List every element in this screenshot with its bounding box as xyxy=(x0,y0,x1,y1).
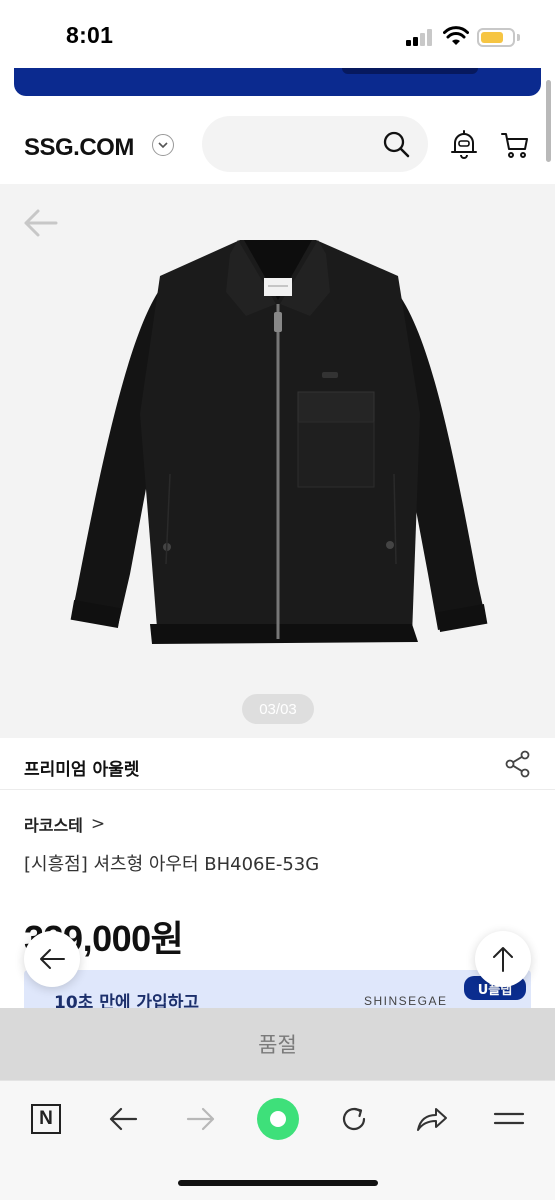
naver-home-icon[interactable]: N xyxy=(24,1097,68,1141)
search-input[interactable] xyxy=(202,116,428,172)
battery-level xyxy=(481,32,503,43)
share-icon[interactable] xyxy=(504,750,532,778)
soldout-button[interactable]: 품절 xyxy=(0,1008,555,1080)
chevron-down-icon[interactable] xyxy=(152,134,174,156)
search-icon[interactable] xyxy=(382,130,410,158)
battery-icon xyxy=(477,28,515,47)
green-dot-icon[interactable] xyxy=(256,1097,300,1141)
cellular-signal-icon xyxy=(406,28,434,46)
arrow-up-icon xyxy=(493,947,513,972)
category-label[interactable]: 프리미엄 아울렛 xyxy=(24,755,139,780)
category-bar: 프리미엄 아울렛 xyxy=(0,738,555,790)
refresh-icon[interactable] xyxy=(332,1097,376,1141)
top-banner[interactable] xyxy=(14,68,541,96)
bell-icon[interactable] xyxy=(450,130,478,160)
site-header: SSG.COM xyxy=(0,108,545,184)
battery-tip xyxy=(517,34,520,41)
wifi-icon xyxy=(443,26,469,45)
share-icon[interactable] xyxy=(410,1097,454,1141)
scroll-top-button[interactable] xyxy=(475,931,531,987)
scroll-indicator xyxy=(546,80,551,162)
home-indicator xyxy=(178,1180,378,1186)
arrow-left-icon[interactable] xyxy=(22,206,58,240)
product-photo-jacket xyxy=(70,240,488,644)
product-image-carousel[interactable]: 03/03 xyxy=(0,184,555,738)
naver-home-label: N xyxy=(31,1104,61,1134)
cart-icon[interactable] xyxy=(500,130,530,160)
promo-brand: SHINSEGAE xyxy=(364,994,448,1008)
status-bar: 8:01 xyxy=(0,0,555,68)
status-time: 8:01 xyxy=(66,22,114,48)
menu-icon[interactable] xyxy=(487,1097,531,1141)
promo-text: 10초 만에 가입하고 xyxy=(54,993,199,1010)
brand-link[interactable]: 라코스테 > xyxy=(24,812,105,836)
chevron-right-icon: > xyxy=(90,814,106,834)
image-page-indicator: 03/03 xyxy=(242,694,314,724)
forward-icon[interactable] xyxy=(179,1097,223,1141)
brand-name: 라코스테 xyxy=(24,816,83,835)
arrow-left-icon xyxy=(40,949,65,969)
ssg-logo[interactable]: SSG.COM xyxy=(24,134,134,162)
back-icon[interactable] xyxy=(101,1097,145,1141)
top-banner-pill xyxy=(342,68,478,74)
promo-banner[interactable]: 10초 만에 가입하고 SHINSEGAE xyxy=(24,970,531,1010)
floating-back-button[interactable] xyxy=(24,931,80,987)
product-title: [시흥점] 셔츠형 아우터 BH406E-53G xyxy=(24,854,320,875)
